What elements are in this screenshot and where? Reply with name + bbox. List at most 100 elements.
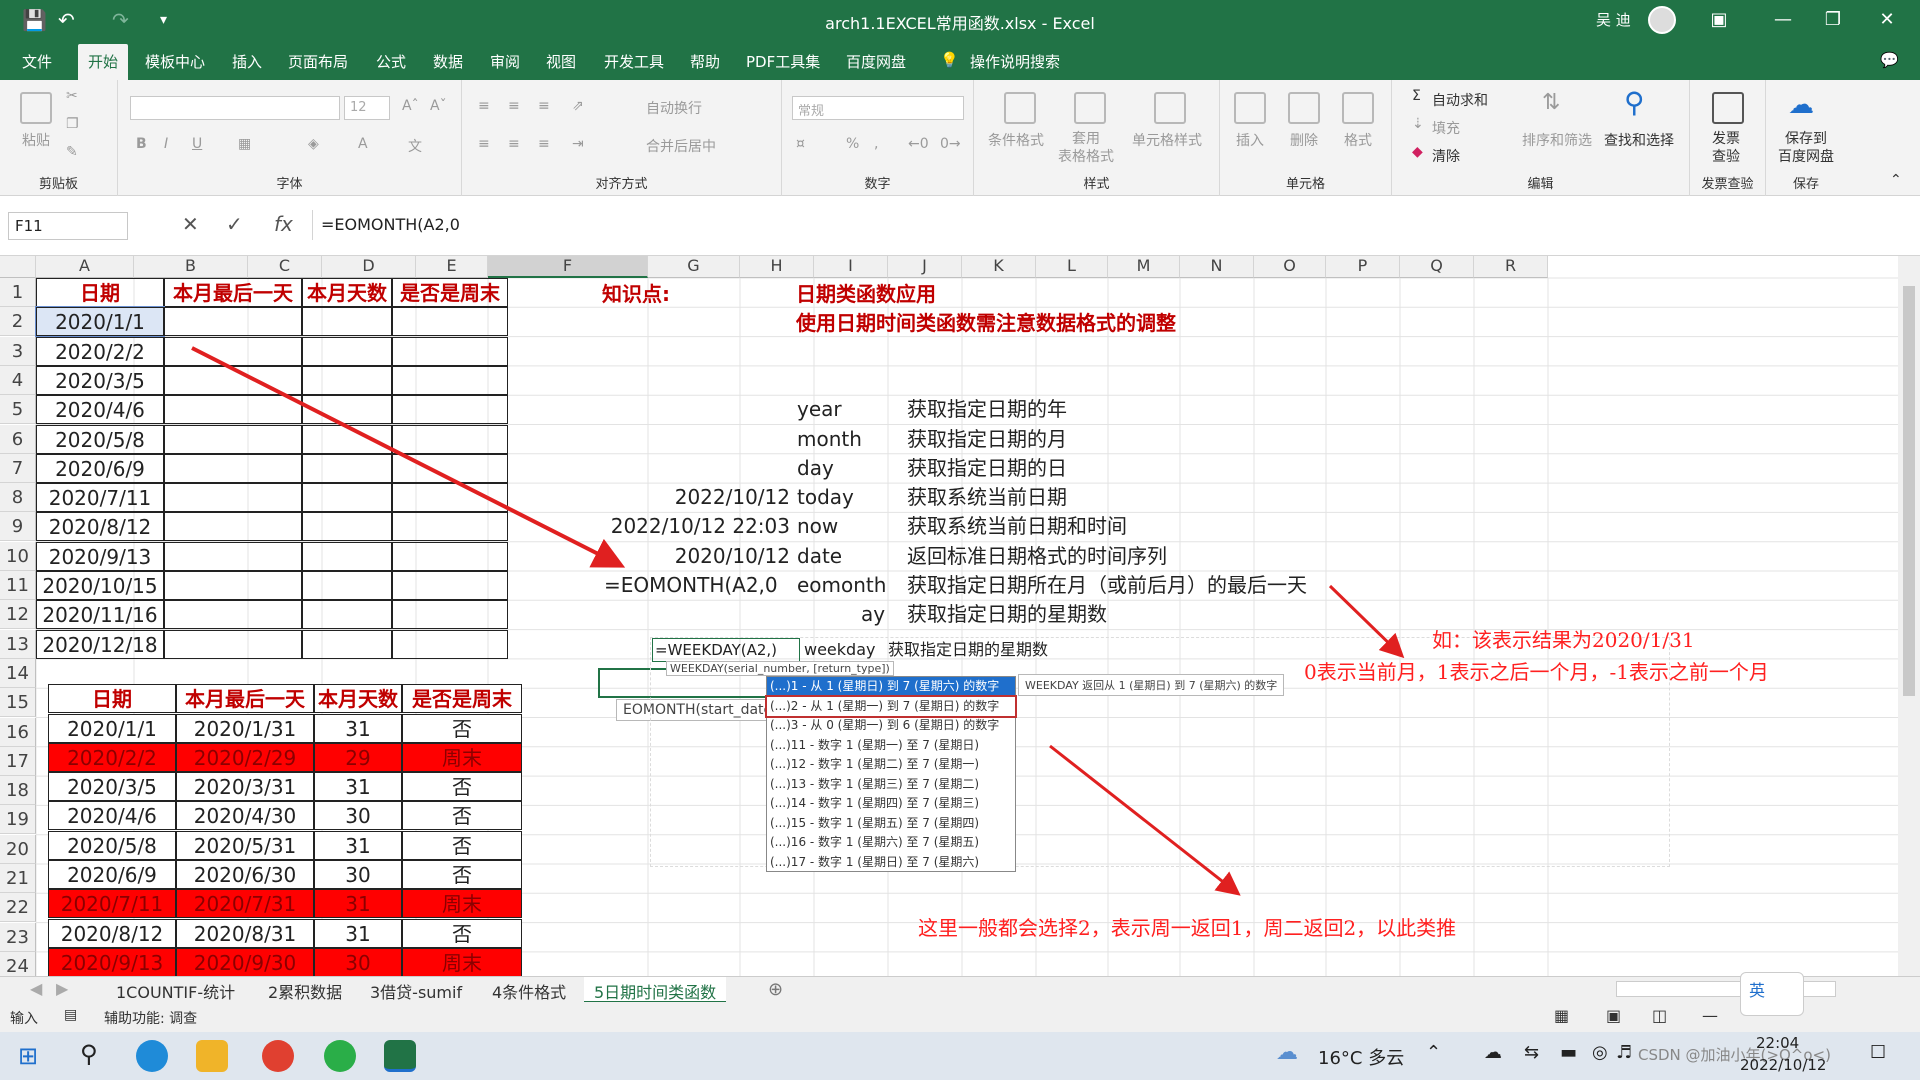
insert-cells-icon[interactable] [1234, 92, 1266, 124]
eraser-icon[interactable]: ◆ [1412, 144, 1423, 160]
tab-developer[interactable]: 开发工具 [604, 51, 664, 72]
phonetic-icon[interactable]: 文 [408, 136, 422, 156]
scroll-thumb[interactable] [1903, 286, 1915, 696]
paste-icon[interactable] [20, 92, 52, 124]
decrease-decimal-icon[interactable]: 0→ [940, 136, 961, 152]
table1-cell[interactable] [392, 395, 508, 425]
column-header-g[interactable]: G [648, 256, 740, 278]
table1-cell[interactable]: 2020/3/5 [36, 365, 164, 395]
percent-icon[interactable]: % [846, 136, 859, 152]
row-header-7[interactable]: 7 [0, 453, 36, 483]
table1-cell[interactable] [392, 483, 508, 513]
table1-cell[interactable]: 2020/12/18 [36, 629, 164, 659]
tab-file[interactable]: 文件 [22, 51, 52, 72]
table1-cell[interactable] [392, 512, 508, 542]
avatar[interactable] [1648, 6, 1676, 34]
row-header-11[interactable]: 11 [0, 571, 36, 600]
tray-app-icon[interactable]: ⇆ [1524, 1042, 1539, 1063]
sheet-tab-1[interactable]: 1COUNTIF-统计 [116, 979, 235, 1003]
table1-cell[interactable]: 2020/2/2 [36, 336, 164, 366]
ribbon-display-icon[interactable]: ▣ [1696, 4, 1742, 36]
insert-function-icon[interactable]: fx [274, 212, 293, 236]
notification-icon[interactable]: ☐ [1870, 1042, 1886, 1063]
sheet-tab-3[interactable]: 3借贷-sumif [370, 979, 462, 1003]
vertical-scrollbar[interactable] [1898, 256, 1920, 976]
collapse-ribbon-icon[interactable]: ⌃ [1890, 172, 1902, 188]
maximize-button[interactable]: ❐ [1810, 4, 1856, 36]
tab-review[interactable]: 审阅 [490, 51, 520, 72]
table1-cell[interactable] [392, 424, 508, 454]
weekday-option[interactable]: (...)11 - 数字 1 (星期一) 至 7 (星期日) [767, 736, 1015, 756]
cell-style-icon[interactable] [1154, 92, 1186, 124]
weekday-option[interactable]: (...)16 - 数字 1 (星期六) 至 7 (星期五) [767, 833, 1015, 853]
tab-view[interactable]: 视图 [546, 51, 576, 72]
table1-cell[interactable] [392, 365, 508, 395]
tab-pdf[interactable]: PDF工具集 [746, 51, 820, 72]
number-format-select[interactable]: 常规 [792, 96, 964, 120]
table1-cell[interactable]: 2020/8/12 [36, 512, 164, 542]
indent-icon[interactable]: ⇥ [572, 136, 584, 152]
align-bottom-icon[interactable]: ≡ [538, 98, 550, 114]
weekday-option[interactable]: (...)3 - 从 0 (星期一) 到 6 (星期日) 的数字 [767, 716, 1015, 736]
column-header-j[interactable]: J [888, 256, 962, 278]
macro-record-icon[interactable]: ▤ [64, 1007, 77, 1023]
table1-cell[interactable] [392, 571, 508, 600]
column-header-a[interactable]: A [36, 256, 134, 278]
volume-icon[interactable]: ♬ [1616, 1042, 1632, 1063]
tab-page-layout[interactable]: 页面布局 [288, 51, 348, 72]
clear-button[interactable]: 清除 [1432, 146, 1460, 166]
autosum-button[interactable]: 自动求和 [1432, 90, 1488, 110]
align-right-icon[interactable]: ≡ [538, 136, 550, 152]
add-sheet-icon[interactable]: ⊕ [768, 979, 783, 1000]
grow-font-icon[interactable]: Aˆ [402, 98, 419, 114]
row-header-5[interactable]: 5 [0, 395, 36, 425]
row-header-3[interactable]: 3 [0, 336, 36, 366]
table-format-button[interactable]: 套用 表格格式 [1058, 130, 1114, 166]
select-all-corner[interactable] [0, 256, 36, 278]
table1-cell[interactable] [164, 483, 302, 513]
excel-taskbar-icon[interactable] [384, 1040, 416, 1072]
column-header-p[interactable]: P [1326, 256, 1400, 278]
tab-home[interactable]: 开始 [78, 44, 129, 80]
table1-cell[interactable] [164, 395, 302, 425]
prev-sheet-icon[interactable]: ◀ [30, 979, 42, 998]
row-header-21[interactable]: 21 [0, 864, 36, 893]
table1-cell[interactable] [392, 629, 508, 659]
table1-cell[interactable] [302, 541, 392, 571]
table1-cell[interactable]: 2020/9/13 [36, 541, 164, 571]
search-taskbar-icon[interactable]: ⚲ [80, 1040, 98, 1068]
column-header-h[interactable]: H [740, 256, 814, 278]
sheet-tab-5[interactable]: 5日期时间类函数 [584, 977, 727, 1003]
weekday-option[interactable]: (...)14 - 数字 1 (星期四) 至 7 (星期三) [767, 794, 1015, 814]
formula-input[interactable]: =EOMONTH(A2,0 [312, 210, 1912, 240]
edge-icon[interactable] [136, 1040, 168, 1072]
row-header-14[interactable]: 14 [0, 658, 36, 688]
table1-cell[interactable]: 2020/10/15 [36, 571, 164, 600]
table1-cell[interactable] [164, 453, 302, 483]
column-header-l[interactable]: L [1036, 256, 1108, 278]
table1-cell[interactable] [164, 512, 302, 542]
shrink-font-icon[interactable]: Aˇ [430, 98, 447, 114]
row-header-16[interactable]: 16 [0, 717, 36, 747]
table1-cell[interactable] [302, 571, 392, 600]
delete-cells-button[interactable]: 删除 [1290, 130, 1318, 150]
table1-cell[interactable]: 2020/7/11 [36, 483, 164, 513]
tray-expand-icon[interactable]: ⌃ [1426, 1042, 1441, 1063]
column-header-e[interactable]: E [416, 256, 488, 278]
insert-cells-button[interactable]: 插入 [1236, 130, 1264, 150]
table1-cell[interactable] [392, 453, 508, 483]
file-explorer-icon[interactable] [196, 1040, 228, 1072]
table1-cell[interactable] [164, 629, 302, 659]
row-header-1[interactable]: 1 [0, 278, 36, 307]
name-box[interactable]: F11 [8, 212, 128, 240]
row-header-6[interactable]: 6 [0, 424, 36, 454]
table1-cell[interactable] [302, 336, 392, 366]
table1-cell[interactable] [392, 600, 508, 630]
row-header-23[interactable]: 23 [0, 922, 36, 952]
next-sheet-icon[interactable]: ▶ [56, 979, 68, 998]
bold-icon[interactable]: B [136, 136, 147, 152]
page-layout-icon[interactable]: ▣ [1606, 1006, 1621, 1025]
row-header-24[interactable]: 24 [0, 951, 36, 976]
weekday-option[interactable]: (...)15 - 数字 1 (星期五) 至 7 (星期四) [767, 814, 1015, 834]
align-middle-icon[interactable]: ≡ [508, 98, 520, 114]
